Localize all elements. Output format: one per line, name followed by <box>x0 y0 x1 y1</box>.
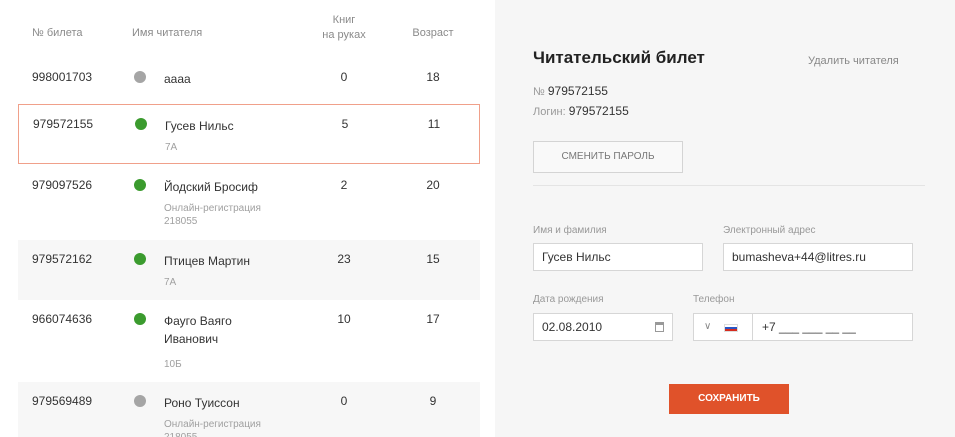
row-books: 0 <box>340 394 348 408</box>
card-title: Читательский билет <box>533 48 705 67</box>
row-ticket: 966074636 <box>32 312 93 326</box>
row-name: Йодский Бросиф <box>164 180 258 194</box>
row-class: 10Б <box>164 359 182 370</box>
fullname-label: Имя и фамилия <box>533 225 607 236</box>
email-label: Электронный адрес <box>723 225 816 236</box>
phone-value: +7 ___ ___ __ __ <box>762 320 856 334</box>
row-registration: Онлайн-регистрация 218055 <box>164 419 261 437</box>
row-age: 11 <box>427 117 441 131</box>
ticket-number: № 979572155 <box>533 84 608 98</box>
table-row[interactable]: 979097526 Йодский Бросиф Онлайн-регистра… <box>18 166 480 240</box>
status-dot-icon <box>134 395 146 407</box>
row-ticket: 998001703 <box>32 70 93 84</box>
status-dot-icon <box>134 253 146 265</box>
reset-password-button[interactable]: СМЕНИТЬ ПАРОЛЬ <box>533 141 683 173</box>
calendar-icon[interactable] <box>655 322 664 332</box>
row-name: Гусев Нильс <box>165 119 234 133</box>
birthdate-value: 02.08.2010 <box>542 320 603 334</box>
table-row-selected[interactable]: 979572155 Гусев Нильс 7А 5 11 <box>18 104 480 164</box>
row-class: 7А <box>165 142 178 153</box>
row-age: 20 <box>426 178 440 192</box>
header-ticket[interactable]: № билета <box>32 26 83 41</box>
row-registration: Онлайн-регистрация 218055 <box>164 203 261 227</box>
login-info: Логин: 979572155 <box>533 104 629 118</box>
header-books[interactable]: Книг на руках <box>314 13 374 43</box>
birthdate-label: Дата рождения <box>533 294 604 305</box>
row-books: 0 <box>340 70 348 84</box>
fullname-field[interactable]: Гусев Нильс <box>533 243 703 271</box>
table-row[interactable]: 979572162 Птицев Мартин 7А 23 15 <box>18 240 480 300</box>
header-books-line2: на руках <box>322 29 366 41</box>
status-dot-icon <box>134 71 146 83</box>
row-name: Фауго Ваяго Иванович <box>164 314 232 346</box>
ticket-number-label: № <box>533 86 545 98</box>
phone-label: Телефон <box>693 294 735 305</box>
row-books: 5 <box>341 117 349 131</box>
status-dot-icon <box>135 118 147 130</box>
divider <box>533 185 925 186</box>
header-name[interactable]: Имя читателя <box>132 26 202 41</box>
row-age: 9 <box>429 394 437 408</box>
table-row[interactable]: 998001703 aaaa 0 18 <box>18 58 480 104</box>
login-label: Логин: <box>533 106 566 118</box>
row-age: 18 <box>426 70 440 84</box>
delete-reader-link[interactable]: Удалить читателя <box>808 55 899 67</box>
ticket-number-value: 979572155 <box>547 84 608 98</box>
header-books-line1: Книг <box>332 14 356 26</box>
row-ticket: 979572162 <box>32 252 93 266</box>
status-dot-icon <box>134 179 146 191</box>
row-books: 2 <box>340 178 348 192</box>
reader-card-panel: Читательский билет Удалить читателя № 97… <box>495 0 955 437</box>
header-age[interactable]: Возраст <box>408 26 458 41</box>
row-name: aaaa <box>164 72 191 86</box>
table-row[interactable]: 966074636 Фауго Ваяго Иванович 10Б 10 17 <box>18 300 480 382</box>
table-row[interactable]: 979569489 Роно Туиссон Онлайн-регистраци… <box>18 382 480 437</box>
save-button[interactable]: СОХРАНИТЬ <box>669 384 789 414</box>
phone-separator <box>752 314 753 340</box>
row-books: 10 <box>337 312 351 326</box>
row-class: 7А <box>164 277 177 288</box>
birthdate-field[interactable]: 02.08.2010 <box>533 313 673 341</box>
row-ticket: 979569489 <box>32 394 93 408</box>
russia-flag-icon <box>724 324 738 332</box>
row-name: Птицев Мартин <box>164 254 250 268</box>
row-age: 15 <box>426 252 440 266</box>
row-age: 17 <box>426 312 440 326</box>
row-books: 23 <box>337 252 351 266</box>
row-name: Роно Туиссон <box>164 396 240 410</box>
status-dot-icon <box>134 313 146 325</box>
email-field[interactable]: bumashevа+44@litres.ru <box>723 243 913 271</box>
login-value: 979572155 <box>568 104 629 118</box>
row-ticket: 979097526 <box>32 178 93 192</box>
row-ticket: 979572155 <box>33 117 94 131</box>
phone-field[interactable]: ∨ +7 ___ ___ __ __ <box>693 313 913 341</box>
chevron-down-icon[interactable]: ∨ <box>704 314 711 340</box>
readers-list-panel: № билета Имя читателя Книг на руках Возр… <box>0 0 495 437</box>
table-header: № билета Имя читателя Книг на руках Возр… <box>18 8 480 58</box>
